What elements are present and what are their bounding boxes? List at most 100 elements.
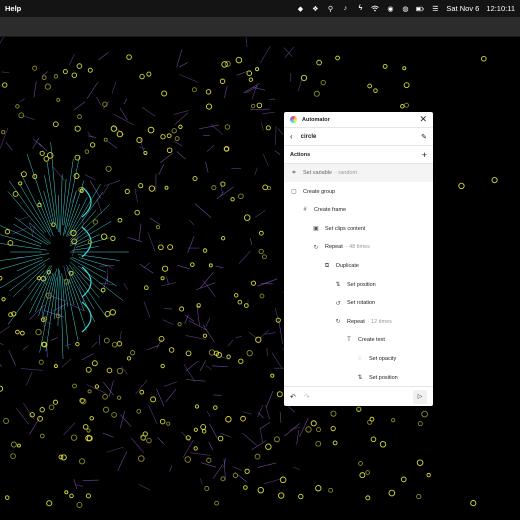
art-dot [265,443,272,450]
figma-icon[interactable]: ◆ [296,5,304,13]
action-step[interactable]: T Create text [284,331,433,349]
art-line [157,437,165,445]
sound-icon[interactable]: ♪ [341,5,349,13]
art-dot [1,297,6,302]
action-step[interactable]: ⇅ Set position [284,276,433,294]
art-line [292,466,300,470]
art-line [166,276,169,284]
add-action-icon[interactable]: + [422,150,427,160]
flash-icon[interactable]: ϟ [356,5,364,13]
art-dot [206,457,212,463]
art-line [235,335,242,339]
position-icon: ⇅ [357,375,363,382]
art-line [102,184,109,195]
art-dot [116,395,122,400]
action-step-label: Repeat [347,318,365,325]
art-line [63,422,76,436]
art-line [18,216,29,221]
art-dot [258,248,264,255]
redo-icon[interactable]: ↷ [304,393,310,401]
action-step[interactable]: ⧉ Duplicate [284,257,433,275]
art-line [199,124,220,130]
close-icon[interactable]: ✕ [419,115,427,124]
control-icon[interactable]: ☰ [431,5,439,13]
control-center-icon[interactable]: ◉ [386,5,394,13]
menubar-time[interactable]: 12:10:11 [486,4,515,13]
art-dot [365,495,371,501]
art-dot [10,441,17,448]
dropbox-icon[interactable]: ❖ [311,5,319,13]
help-menu[interactable]: Help [5,4,21,13]
art-dot [3,418,9,424]
art-line [69,303,85,312]
run-button[interactable]: ▷ [413,389,427,404]
art-line [210,123,224,136]
play-icon: ▷ [417,394,423,400]
art-line [87,131,93,138]
design-canvas[interactable] [0,30,520,520]
action-step[interactable]: ▢ Create group [284,183,433,201]
art-line [277,128,284,135]
shortcut-name[interactable]: circle [301,134,421,140]
art-ray [75,234,100,246]
action-step[interactable]: ↻ Repeat · 12 times [284,313,433,331]
art-dot [147,126,155,134]
automator-logo-icon [290,116,297,123]
action-step[interactable]: ⇅ Set position [284,369,433,387]
art-dot [403,82,410,89]
art-line [209,423,218,439]
art-dot [248,77,254,82]
action-step[interactable]: ↺ Set rotation [284,294,433,312]
art-dot [233,293,239,298]
art-line [117,451,128,471]
art-dot [258,230,264,236]
art-dot [126,54,132,60]
art-dot [279,476,287,484]
edit-pencil-icon[interactable]: ✎ [421,133,427,141]
art-line [215,265,224,269]
art-line [177,264,190,270]
art-line [135,379,148,395]
art-dot [226,354,231,359]
art-dot [391,418,396,423]
art-dot [416,459,424,467]
art-dot [150,396,157,403]
art-dot [202,248,208,253]
action-step[interactable]: # Create frame [284,201,433,219]
action-step[interactable]: ↻ Repeat · 48 times [284,238,433,256]
wifi-icon[interactable] [371,5,380,13]
back-arrow-icon[interactable]: ‹ [290,132,293,141]
art-dot [160,276,165,281]
siri-icon[interactable]: ◍ [401,5,409,13]
action-step[interactable]: ◌ Set opacity [284,350,433,368]
art-line [148,404,158,424]
art-dot [160,134,166,140]
art-dot [298,493,304,500]
action-step[interactable]: ⌗ Set variable · random [284,164,433,182]
art-dot [166,147,173,154]
undo-icon[interactable]: ↶ [290,393,296,401]
menubar-date[interactable]: Sat Nov 6 [446,4,479,13]
art-line [274,150,281,155]
art-dot [171,128,177,134]
art-line [257,278,278,287]
art-dot [48,404,55,410]
search-icon[interactable]: ⚲ [326,5,334,13]
art-line [68,53,75,66]
art-line [89,180,101,199]
art-dot [86,428,91,433]
art-line [20,368,43,371]
art-line [224,85,228,98]
art-dot [139,73,145,80]
battery-icon[interactable] [416,5,425,13]
art-line [245,34,248,48]
art-line [205,161,209,173]
art-line [106,446,124,453]
automator-panel: Automator ✕ ‹ circle ✎ Actions + ⌗ Set va… [284,112,433,406]
art-line [107,264,113,270]
art-line [199,360,207,372]
art-dot [261,254,267,260]
art-line [257,404,264,418]
action-step[interactable]: ▣ Set clips content [284,220,433,238]
art-dot [179,306,185,312]
